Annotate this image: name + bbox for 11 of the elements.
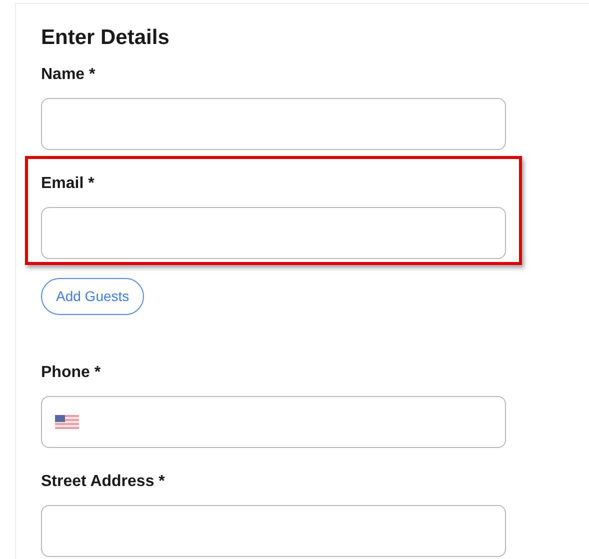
us-flag-icon <box>55 415 79 429</box>
field-label: Street Address * <box>41 472 166 492</box>
add-guests-button[interactable]: Add Guests <box>41 278 144 315</box>
input-field[interactable] <box>41 98 506 150</box>
input-field[interactable] <box>41 207 506 259</box>
field-label: Email * <box>41 174 96 194</box>
field-label: Name * <box>41 65 96 85</box>
form-title: Enter Details <box>41 26 170 50</box>
field-label: Phone * <box>41 363 102 383</box>
input-field[interactable] <box>41 505 506 557</box>
phone-field[interactable] <box>41 396 506 448</box>
